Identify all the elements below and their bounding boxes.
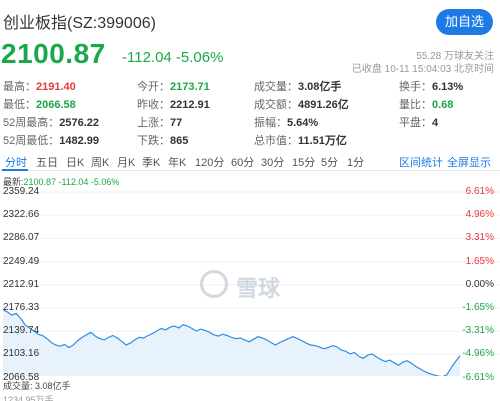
period-tab[interactable]: 日K bbox=[66, 154, 84, 170]
period-tab[interactable]: 30分 bbox=[261, 154, 284, 170]
y-tick-price: 2359.24 bbox=[3, 186, 40, 197]
watermark: 雪球 bbox=[200, 270, 300, 301]
stat-item: 今开：2173.71 bbox=[137, 78, 210, 94]
stat-label: 下跌： bbox=[137, 135, 170, 147]
stat-value: 4891.26亿 bbox=[298, 99, 349, 111]
y-tick-price: 2176.33 bbox=[3, 302, 40, 313]
range-stats-link[interactable]: 区间统计 bbox=[399, 154, 443, 170]
stat-label: 平盘： bbox=[399, 117, 432, 129]
price-change: -112.04 -5.06% bbox=[122, 49, 224, 66]
snowball-logo-icon bbox=[200, 270, 228, 298]
volume-axis-label: 1234.95万手 bbox=[3, 395, 54, 401]
stat-item: 振幅：5.64% bbox=[254, 114, 318, 130]
stat-value: 2576.22 bbox=[59, 117, 100, 129]
stat-value: 4 bbox=[432, 117, 439, 129]
y-tick-price: 2286.07 bbox=[3, 232, 40, 244]
price-area bbox=[3, 309, 460, 376]
stat-label: 上涨： bbox=[137, 117, 170, 129]
stat-label: 振幅： bbox=[254, 117, 287, 129]
current-price: 2100.87 bbox=[1, 38, 106, 69]
stat-item: 下跌：865 bbox=[137, 132, 188, 148]
stat-item: 量比：0.68 bbox=[399, 96, 453, 112]
stat-item: 成交量：3.08亿手 bbox=[254, 78, 341, 94]
period-tab[interactable]: 15分 bbox=[292, 154, 315, 170]
period-tab[interactable]: 季K bbox=[142, 154, 160, 170]
stat-value: 77 bbox=[170, 117, 183, 129]
stat-item: 最低：2066.58 bbox=[3, 96, 76, 112]
y-tick-percent: -4.96% bbox=[462, 348, 494, 360]
stat-item: 换手：6.13% bbox=[399, 78, 463, 94]
y-tick-percent: 1.65% bbox=[465, 255, 494, 267]
stat-value: 1482.99 bbox=[59, 135, 100, 147]
stat-item: 52周最高：2576.22 bbox=[3, 114, 99, 130]
stat-item: 上涨：77 bbox=[137, 114, 182, 130]
market-status: 已收盘 10-11 15:04:03 北京时间 bbox=[351, 64, 494, 75]
chart-period-tabs: 分时 五日 日K 周K 月K 季K 年K 120分 60分 30分 15分 5分 1分 区间统计 全屏显示 bbox=[0, 151, 500, 171]
y-tick-price: 2103.16 bbox=[3, 348, 40, 360]
stat-label: 今开： bbox=[137, 81, 170, 93]
volume-label: 成交量: 3.08亿手 bbox=[3, 381, 71, 391]
stat-label: 52周最低： bbox=[3, 135, 60, 147]
period-tab[interactable]: 周K bbox=[91, 154, 109, 170]
stat-item: 总市值：11.51万亿 bbox=[254, 132, 347, 148]
stat-label: 最高： bbox=[3, 81, 36, 93]
stat-value: 2066.58 bbox=[36, 99, 76, 111]
period-tab[interactable]: 60分 bbox=[231, 154, 254, 170]
y-tick-price: 2212.91 bbox=[3, 278, 40, 290]
stat-value: 11.51万亿 bbox=[298, 135, 347, 147]
stat-value: 2173.71 bbox=[170, 81, 210, 93]
stat-value: 2212.91 bbox=[170, 99, 210, 111]
stat-item: 昨收：2212.91 bbox=[137, 96, 210, 112]
watermark-text: 雪球 bbox=[236, 276, 281, 301]
stat-item: 成交额：4891.26亿 bbox=[254, 96, 349, 112]
stat-value: 3.08亿手 bbox=[298, 81, 342, 93]
stat-value: 865 bbox=[170, 135, 189, 147]
stat-label: 量比： bbox=[399, 99, 432, 111]
y-tick-percent: 4.96% bbox=[465, 209, 494, 221]
stat-item: 平盘：4 bbox=[399, 114, 438, 130]
y-tick-percent: -6.61% bbox=[462, 371, 494, 383]
y-tick-percent: 0.00% bbox=[465, 278, 494, 290]
y-tick-percent: 6.61% bbox=[465, 186, 494, 197]
stat-value: 6.13% bbox=[432, 81, 464, 93]
stat-value: 5.64% bbox=[287, 117, 319, 129]
stat-label: 换手： bbox=[399, 81, 432, 93]
stat-label: 昨收： bbox=[137, 99, 170, 111]
stat-item: 最高：2191.40 bbox=[3, 78, 76, 94]
stat-label: 成交额： bbox=[254, 99, 298, 111]
stat-label: 52周最高： bbox=[3, 117, 60, 129]
y-tick-percent: -1.65% bbox=[462, 302, 494, 313]
period-tab[interactable]: 年K bbox=[168, 154, 186, 170]
fullscreen-link[interactable]: 全屏显示 bbox=[447, 154, 491, 170]
period-tab[interactable]: 分时 bbox=[5, 154, 27, 170]
y-tick-price: 2139.74 bbox=[3, 325, 40, 337]
period-tab[interactable]: 5分 bbox=[321, 154, 338, 170]
y-tick-price: 2322.66 bbox=[3, 209, 40, 221]
period-tab[interactable]: 1分 bbox=[347, 154, 364, 170]
period-tab[interactable]: 五日 bbox=[36, 154, 58, 170]
stat-item: 52周最低：1482.99 bbox=[3, 132, 99, 148]
index-title: 创业板指(SZ:399006) bbox=[3, 15, 156, 32]
period-tab[interactable]: 月K bbox=[117, 154, 135, 170]
y-tick-percent: -3.31% bbox=[462, 325, 494, 337]
stat-label: 最低： bbox=[3, 99, 36, 111]
period-tab[interactable]: 120分 bbox=[195, 154, 224, 170]
add-watchlist-button[interactable]: 加自选 bbox=[436, 9, 493, 35]
stat-label: 总市值： bbox=[254, 135, 298, 147]
stat-value: 2191.40 bbox=[36, 81, 76, 93]
y-tick-price: 2249.49 bbox=[3, 255, 40, 267]
stat-value: 0.68 bbox=[432, 99, 454, 111]
stat-label: 成交量： bbox=[254, 81, 298, 93]
y-tick-percent: 3.31% bbox=[465, 232, 494, 244]
